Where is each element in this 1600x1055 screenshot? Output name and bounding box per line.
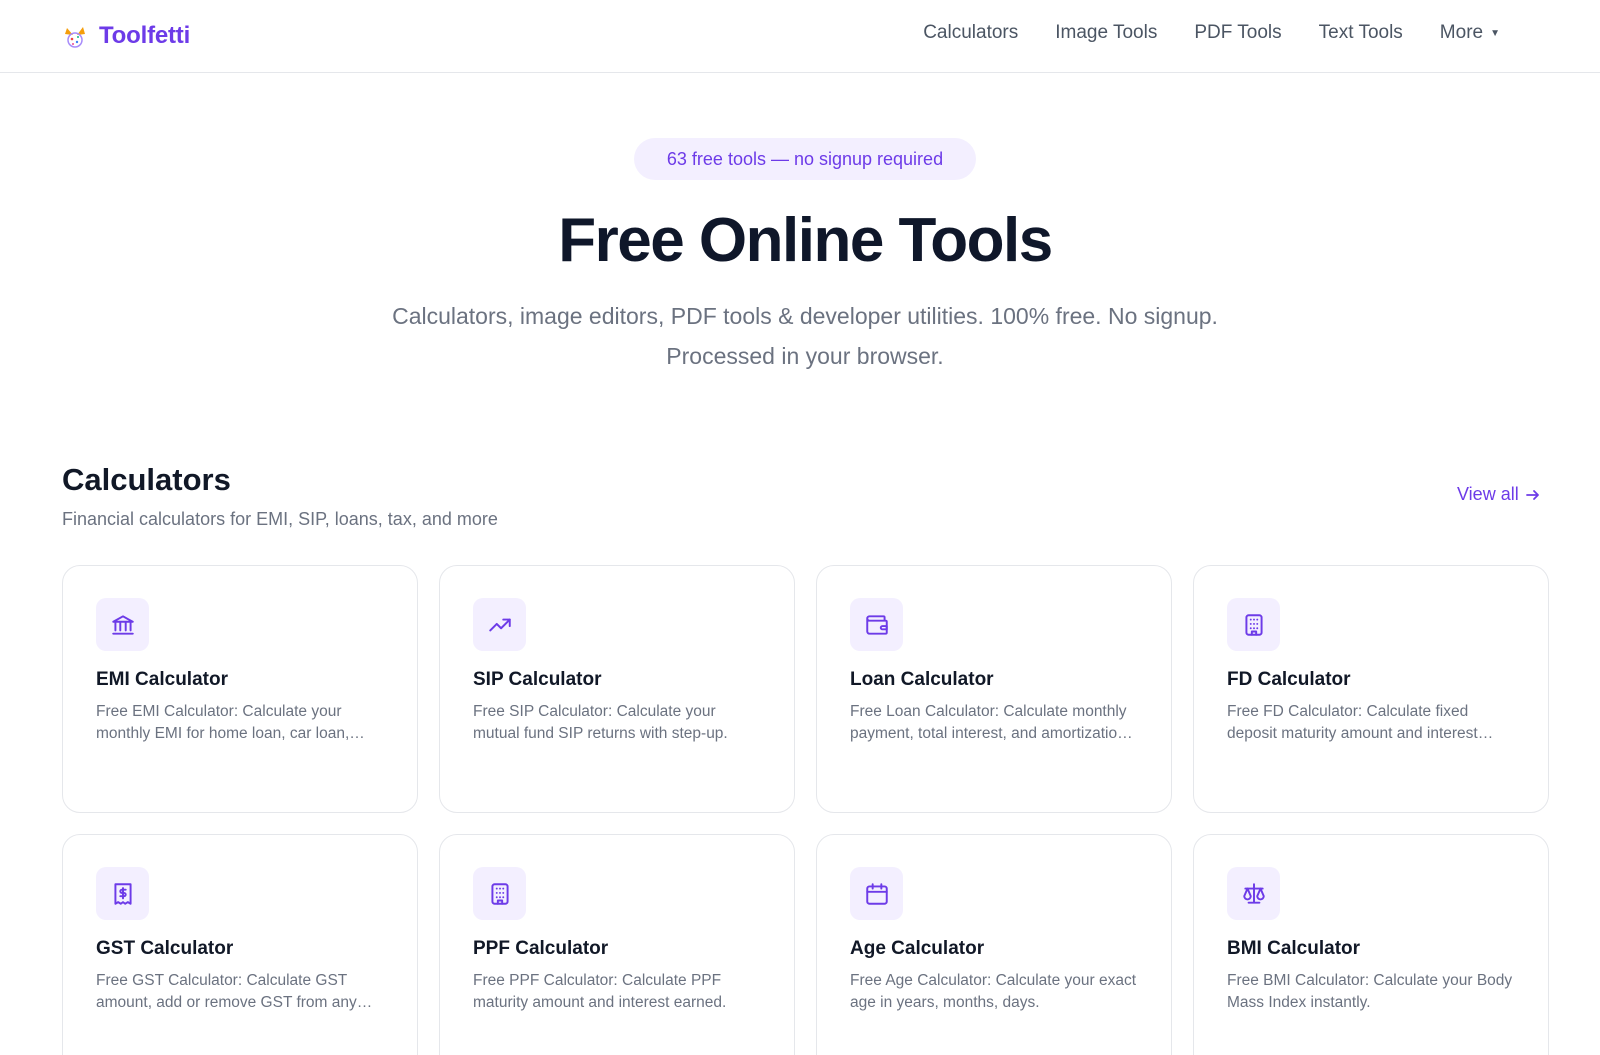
brand-name: Toolfetti xyxy=(99,22,191,49)
section-subtitle: Financial calculators for EMI, SIP, loan… xyxy=(62,509,498,529)
trending-up-icon xyxy=(488,618,511,631)
scale-icon xyxy=(1242,882,1265,904)
card-description: Free SIP Calculator: Calculate your mutu… xyxy=(473,703,728,742)
card-title: BMI Calculator xyxy=(1227,938,1361,959)
tool-card-fd[interactable]: FD Calculator Free FD Calculator: Calcul… xyxy=(1193,565,1549,813)
card-icon-wrap xyxy=(96,867,149,920)
building-icon xyxy=(490,882,509,905)
view-all-label: View all xyxy=(1457,484,1519,504)
calendar-icon xyxy=(865,882,888,905)
wallet-icon xyxy=(865,614,888,635)
view-all-link[interactable]: View all xyxy=(1457,484,1541,505)
receipt-icon xyxy=(113,882,132,905)
card-icon-wrap xyxy=(96,598,149,651)
page-title: Free Online Tools xyxy=(558,206,1053,275)
tool-card-grid: EMI Calculator Free EMI Calculator: Calc… xyxy=(62,565,1549,1055)
brand-home-link[interactable]: Toolfetti xyxy=(61,20,190,52)
caret-down-icon: ▼ xyxy=(1490,27,1500,39)
card-icon-wrap xyxy=(1227,867,1280,920)
nav-more-dropdown[interactable]: More ▼ xyxy=(1440,22,1500,44)
arrow-right-icon xyxy=(1525,489,1539,500)
card-title: PPF Calculator xyxy=(473,938,609,959)
bank-icon xyxy=(111,614,134,635)
card-icon-wrap xyxy=(473,598,526,651)
navbar: Toolfetti Calculators Image Tools PDF To… xyxy=(0,0,1600,73)
tool-card-loan[interactable]: Loan Calculator Free Loan Calculator: Ca… xyxy=(816,565,1172,813)
tool-count-badge: 63 free tools — no signup required xyxy=(634,138,976,180)
nav-text-tools[interactable]: Text Tools xyxy=(1319,22,1403,44)
card-description: Free GST Calculator: Calculate GST amoun… xyxy=(96,972,357,1011)
nav-calculators[interactable]: Calculators xyxy=(923,22,1018,44)
tool-card-age[interactable]: Age Calculator Free Age Calculator: Calc… xyxy=(816,834,1172,1055)
card-description: Free Age Calculator: Calculate your exac… xyxy=(850,972,1137,1011)
tool-card-sip[interactable]: SIP Calculator Free SIP Calculator: Calc… xyxy=(439,565,795,813)
confetti-logo-icon xyxy=(65,27,85,48)
card-icon-wrap xyxy=(1227,598,1280,651)
card-title: Age Calculator xyxy=(850,938,985,959)
tool-card-gst[interactable]: GST Calculator Free GST Calculator: Calc… xyxy=(62,834,418,1055)
card-title: GST Calculator xyxy=(96,938,234,959)
building-icon xyxy=(1244,613,1263,636)
card-title: EMI Calculator xyxy=(96,669,228,690)
card-description: Free Loan Calculator: Calculate monthly … xyxy=(850,703,1127,742)
card-title: FD Calculator xyxy=(1227,669,1351,690)
tool-card-ppf[interactable]: PPF Calculator Free PPF Calculator: Calc… xyxy=(439,834,795,1055)
card-description: Free EMI Calculator: Calculate your mont… xyxy=(96,703,350,742)
card-icon-wrap xyxy=(850,598,903,651)
section-title: Calculators xyxy=(62,462,231,497)
card-icon-wrap xyxy=(473,867,526,920)
main-nav: Calculators Image Tools PDF Tools Text T… xyxy=(923,22,1500,44)
card-description: Free FD Calculator: Calculate fixed depo… xyxy=(1227,703,1478,742)
tool-card-bmi[interactable]: BMI Calculator Free BMI Calculator: Calc… xyxy=(1193,834,1549,1055)
hero-subtitle: Calculators, image editors, PDF tools & … xyxy=(392,303,1218,369)
card-title: SIP Calculator xyxy=(473,669,602,690)
card-description: Free PPF Calculator: Calculate PPF matur… xyxy=(473,972,727,1011)
nav-more-label: More xyxy=(1439,22,1484,43)
card-title: Loan Calculator xyxy=(850,669,994,690)
nav-image-tools[interactable]: Image Tools xyxy=(1055,22,1157,44)
tool-card-emi[interactable]: EMI Calculator Free EMI Calculator: Calc… xyxy=(62,565,418,813)
card-icon-wrap xyxy=(850,867,903,920)
card-description: Free BMI Calculator: Calculate your Body… xyxy=(1227,972,1513,1011)
nav-pdf-tools[interactable]: PDF Tools xyxy=(1194,22,1281,44)
